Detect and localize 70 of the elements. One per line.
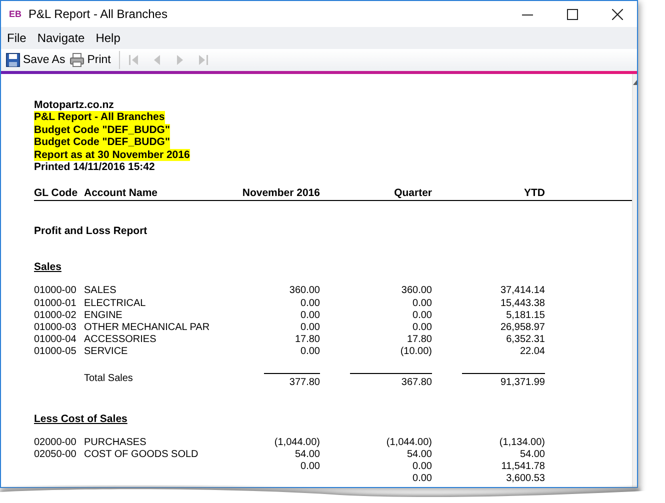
amount-cell-text: 37,414.14	[500, 285, 545, 298]
amount-cell-text: 11,541.78	[500, 461, 545, 474]
amount-cell-text: 3,600.53	[505, 473, 545, 486]
total-amount: 377.80	[264, 372, 320, 389]
amount-cell-text: 0.00	[300, 298, 320, 310]
menu-item[interactable]: Help	[96, 31, 120, 45]
column-header: GL Code	[34, 187, 79, 200]
account-name: SALES	[84, 285, 118, 298]
amount-cell-text: 0.00	[412, 322, 432, 334]
amount-cell-text: 0.00	[300, 346, 320, 359]
amount-cell-text: 360.00	[400, 285, 432, 298]
report-title: Profit and Loss Report	[34, 225, 148, 238]
amount-cell-text: 17.80	[294, 334, 320, 346]
column-header: YTD	[523, 187, 545, 200]
amount-cell-text: 0.00	[412, 461, 432, 474]
total-label: Total Sales	[84, 372, 134, 386]
column-header: November 2016	[241, 187, 320, 200]
amount-cell-text: 54.00	[518, 449, 545, 462]
account-name: ELECTRICAL	[84, 298, 147, 310]
column-header: Account Name	[84, 187, 159, 200]
account-name: ENGINE	[84, 310, 124, 322]
account-name: PURCHASES	[84, 436, 148, 450]
window-title: P&L Report - All Branches	[28, 7, 168, 21]
maximize-icon[interactable]	[567, 8, 578, 20]
amount-cell-text: (1,044.00)	[273, 436, 320, 450]
amount-cell-text: 54.00	[294, 449, 320, 462]
section-title: Sales	[34, 261, 62, 274]
account-code: 01000-04	[34, 334, 78, 346]
close-icon[interactable]	[612, 8, 623, 20]
total-amount: 91,371.99	[462, 372, 545, 389]
amount-cell-text: (10.00)	[399, 346, 432, 359]
menu-item[interactable]: File	[7, 31, 26, 45]
account-code: 01000-01	[34, 298, 78, 310]
account-code: 01000-00	[34, 285, 78, 298]
amount-cell-text: 0.00	[300, 310, 320, 322]
amount-cell-text: 6,352.31	[505, 334, 545, 346]
account-code: 02000-00	[34, 436, 78, 450]
account-name: ACCESSORIES	[84, 334, 158, 346]
amount-cell-text: 22.04	[518, 346, 545, 359]
amount-cell-text: 17.80	[406, 334, 432, 346]
amount-cell-text: 0.00	[300, 461, 320, 474]
amount-cell-text: (1,134.00)	[498, 436, 545, 450]
report-header-line: Motopartz.co.nz	[34, 99, 114, 112]
account-code: 01000-02	[34, 310, 78, 322]
amount-cell-text: 15,443.38	[500, 298, 545, 310]
amount-cell-text: 54.00	[406, 449, 432, 462]
amount-cell-text: 5,181.15	[505, 310, 545, 322]
account-code: 01000-03	[34, 322, 78, 334]
column-header: Quarter	[393, 187, 432, 200]
section-title: Less Cost of Sales	[34, 412, 128, 425]
amount-cell-text: (1,044.00)	[385, 436, 432, 450]
save-as-button[interactable]: Save As	[5, 53, 66, 67]
amount-cell-text: 0.00	[412, 310, 432, 322]
amount-cell-text: 0.00	[412, 298, 432, 310]
amount-cell-text: 360.00	[288, 285, 320, 298]
account-name: SERVICE	[84, 346, 129, 359]
amount-cell-text: 0.00	[300, 322, 320, 334]
printer-icon	[70, 53, 84, 67]
print-button[interactable]: Print	[69, 53, 112, 67]
total-amount: 367.80	[350, 372, 432, 389]
account-name: OTHER MECHANICAL PAR	[84, 322, 211, 334]
save-icon	[6, 53, 20, 67]
amount-cell-text: 0.00	[412, 473, 432, 486]
menu-item[interactable]: Navigate	[37, 31, 85, 45]
account-name: COST OF GOODS SOLD	[84, 449, 200, 462]
amount-cell-text: 26,958.97	[500, 322, 545, 334]
report-header-line: Printed 14/11/2016 15:42	[34, 161, 155, 174]
account-code: 02050-00	[34, 449, 78, 462]
app-logo: EB	[9, 9, 22, 19]
account-code: 01000-05	[34, 346, 78, 359]
